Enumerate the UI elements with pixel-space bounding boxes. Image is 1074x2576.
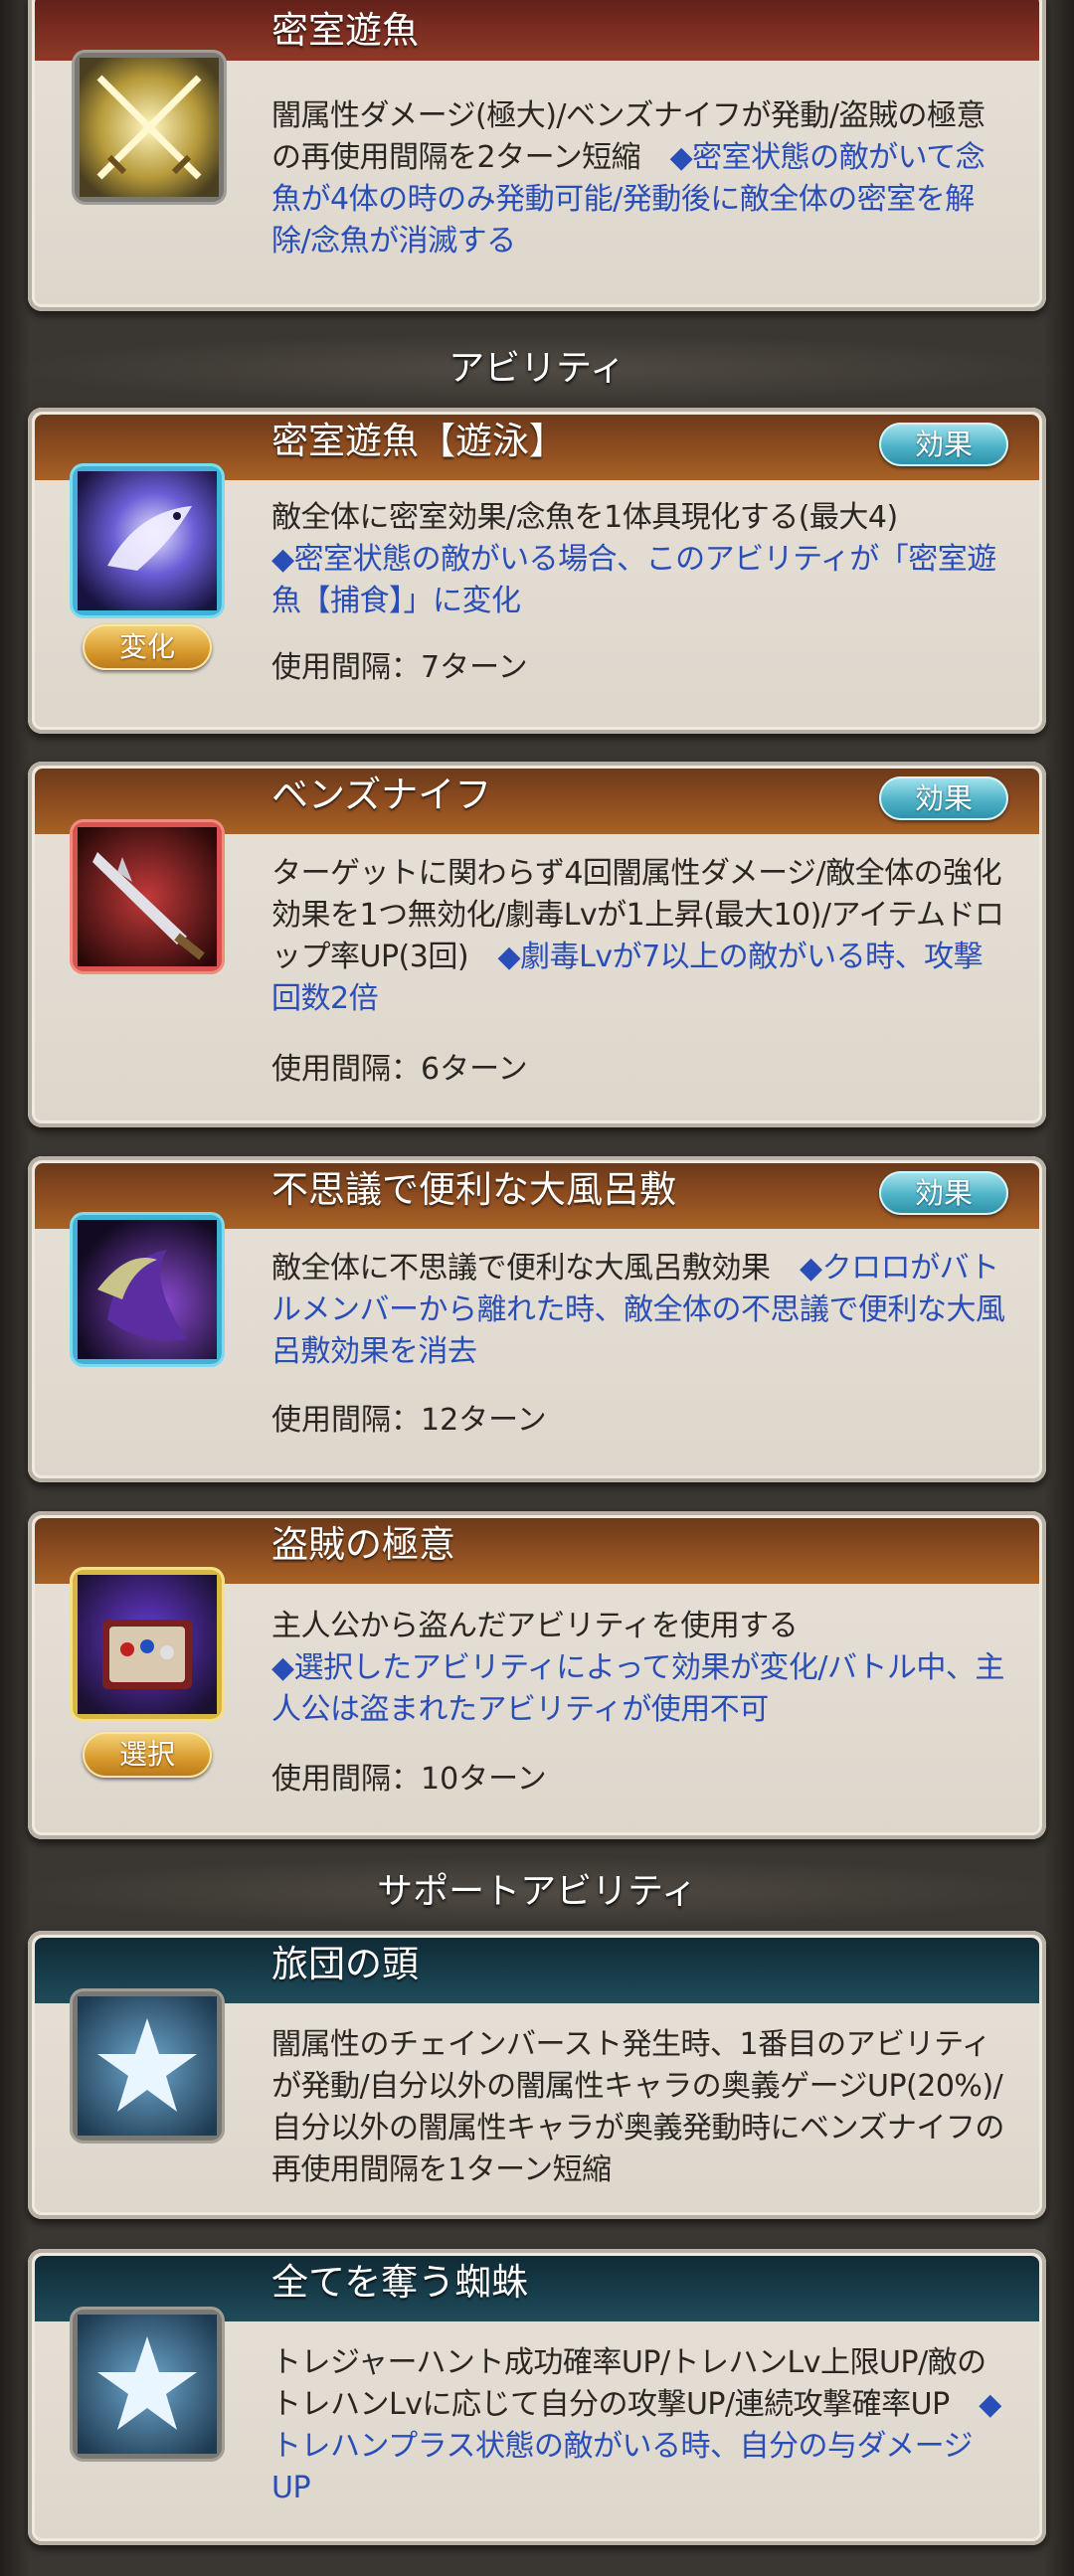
ability-2-effect-button[interactable]: 効果	[879, 776, 1008, 820]
ability-1-effect-button[interactable]: 効果	[879, 423, 1008, 466]
ougi-title: 密室遊魚	[271, 9, 419, 52]
ability-1-interval: 使用間隔：7ターン	[271, 650, 528, 685]
ability-1-title: 密室遊魚【遊泳】	[271, 420, 566, 462]
ability-3-description: 敵全体に不思議で便利な大風呂敷効果 ◆クロロがバトルメンバーから離れた時、敵全体…	[271, 1251, 1005, 1369]
ability-2-title: ベンズナイフ	[271, 773, 492, 816]
fish-icon	[78, 471, 217, 610]
support-1-title: 旅団の頭	[271, 1943, 419, 1985]
ability-4-select-tag[interactable]: 選択	[83, 1732, 212, 1778]
ougi-header	[35, 0, 1039, 61]
ougi-description: 闇属性ダメージ(極大)/ベンズナイフが発動/盗賊の極意の再使用間隔を2ターン短縮…	[271, 98, 986, 258]
support-card-1: 旅団の頭 闇属性のチェインバースト発生時、1番目のアビリティが発動/自分以外の闇…	[28, 1931, 1046, 2219]
book-icon	[78, 1575, 217, 1714]
ability-3-effect-button[interactable]: 効果	[879, 1171, 1008, 1215]
ability-4-interval: 使用間隔：10ターン	[271, 1762, 547, 1797]
crossed-swords-icon	[80, 58, 219, 197]
ability-1-change-tag[interactable]: 変化	[83, 624, 212, 670]
cloth-icon	[78, 1220, 217, 1359]
support-1-header	[35, 1938, 1039, 2003]
ability-card-1: 密室遊魚【遊泳】 効果 変化 敵全体に密室効果/念魚を1体具現化する(最大4) ◆…	[28, 408, 1046, 734]
ougi-card: 密室遊魚 闇属性ダメージ(極大)/ベンズナイフが発動/盗賊の極意の再使用間隔を2…	[28, 0, 1046, 311]
support-2-description: トレジャーハント成功確率UP/トレハンLv上限UP/敵のトレハンLvに応じて自分…	[271, 2345, 1001, 2505]
ability-4-description: 主人公から盗んだアビリティを使用する ◆選択したアビリティによって効果が変化/バト…	[271, 1609, 1004, 1727]
ability-3-title: 不思議で便利な大風呂敷	[271, 1168, 676, 1211]
star-icon	[78, 1996, 217, 2136]
section-support-abilities: サポートアビリティ	[0, 1857, 1074, 1927]
ability-2-interval: 使用間隔：6ターン	[271, 1052, 528, 1087]
ability-2-description: ターゲットに関わらず4回闇属性ダメージ/敵全体の強化効果を1つ無効化/劇毒Lvが…	[271, 856, 1004, 1016]
ability-1-description: 敵全体に密室効果/念魚を1体具現化する(最大4) ◆密室状態の敵がいる場合、このア…	[271, 500, 996, 618]
section-abilities: アビリティ	[0, 334, 1074, 404]
support-2-title: 全てを奪う蜘蛛	[271, 2261, 529, 2304]
ability-card-3: 不思議で便利な大風呂敷 効果 敵全体に不思議で便利な大風呂敷効果 ◆クロロがバト…	[28, 1156, 1046, 1482]
support-2-header	[35, 2256, 1039, 2321]
support-1-description: 闇属性のチェインバースト発生時、1番目のアビリティが発動/自分以外の闇属性キャラ…	[271, 2027, 1004, 2187]
ability-card-2: ベンズナイフ 効果 ターゲットに関わらず4回闇属性ダメージ/敵全体の強化効果を1…	[28, 762, 1046, 1127]
ability-3-interval: 使用間隔：12ターン	[271, 1403, 547, 1438]
ability-card-4: 盗賊の極意 選択 主人公から盗んだアビリティを使用する ◆選択したアビリティによっ…	[28, 1511, 1046, 1839]
star-icon	[78, 2315, 217, 2454]
ability-4-title: 盗賊の極意	[271, 1523, 455, 1566]
knife-icon	[78, 827, 217, 966]
support-card-2: 全てを奪う蜘蛛 トレジャーハント成功確率UP/トレハンLv上限UP/敵のトレハン…	[28, 2249, 1046, 2545]
